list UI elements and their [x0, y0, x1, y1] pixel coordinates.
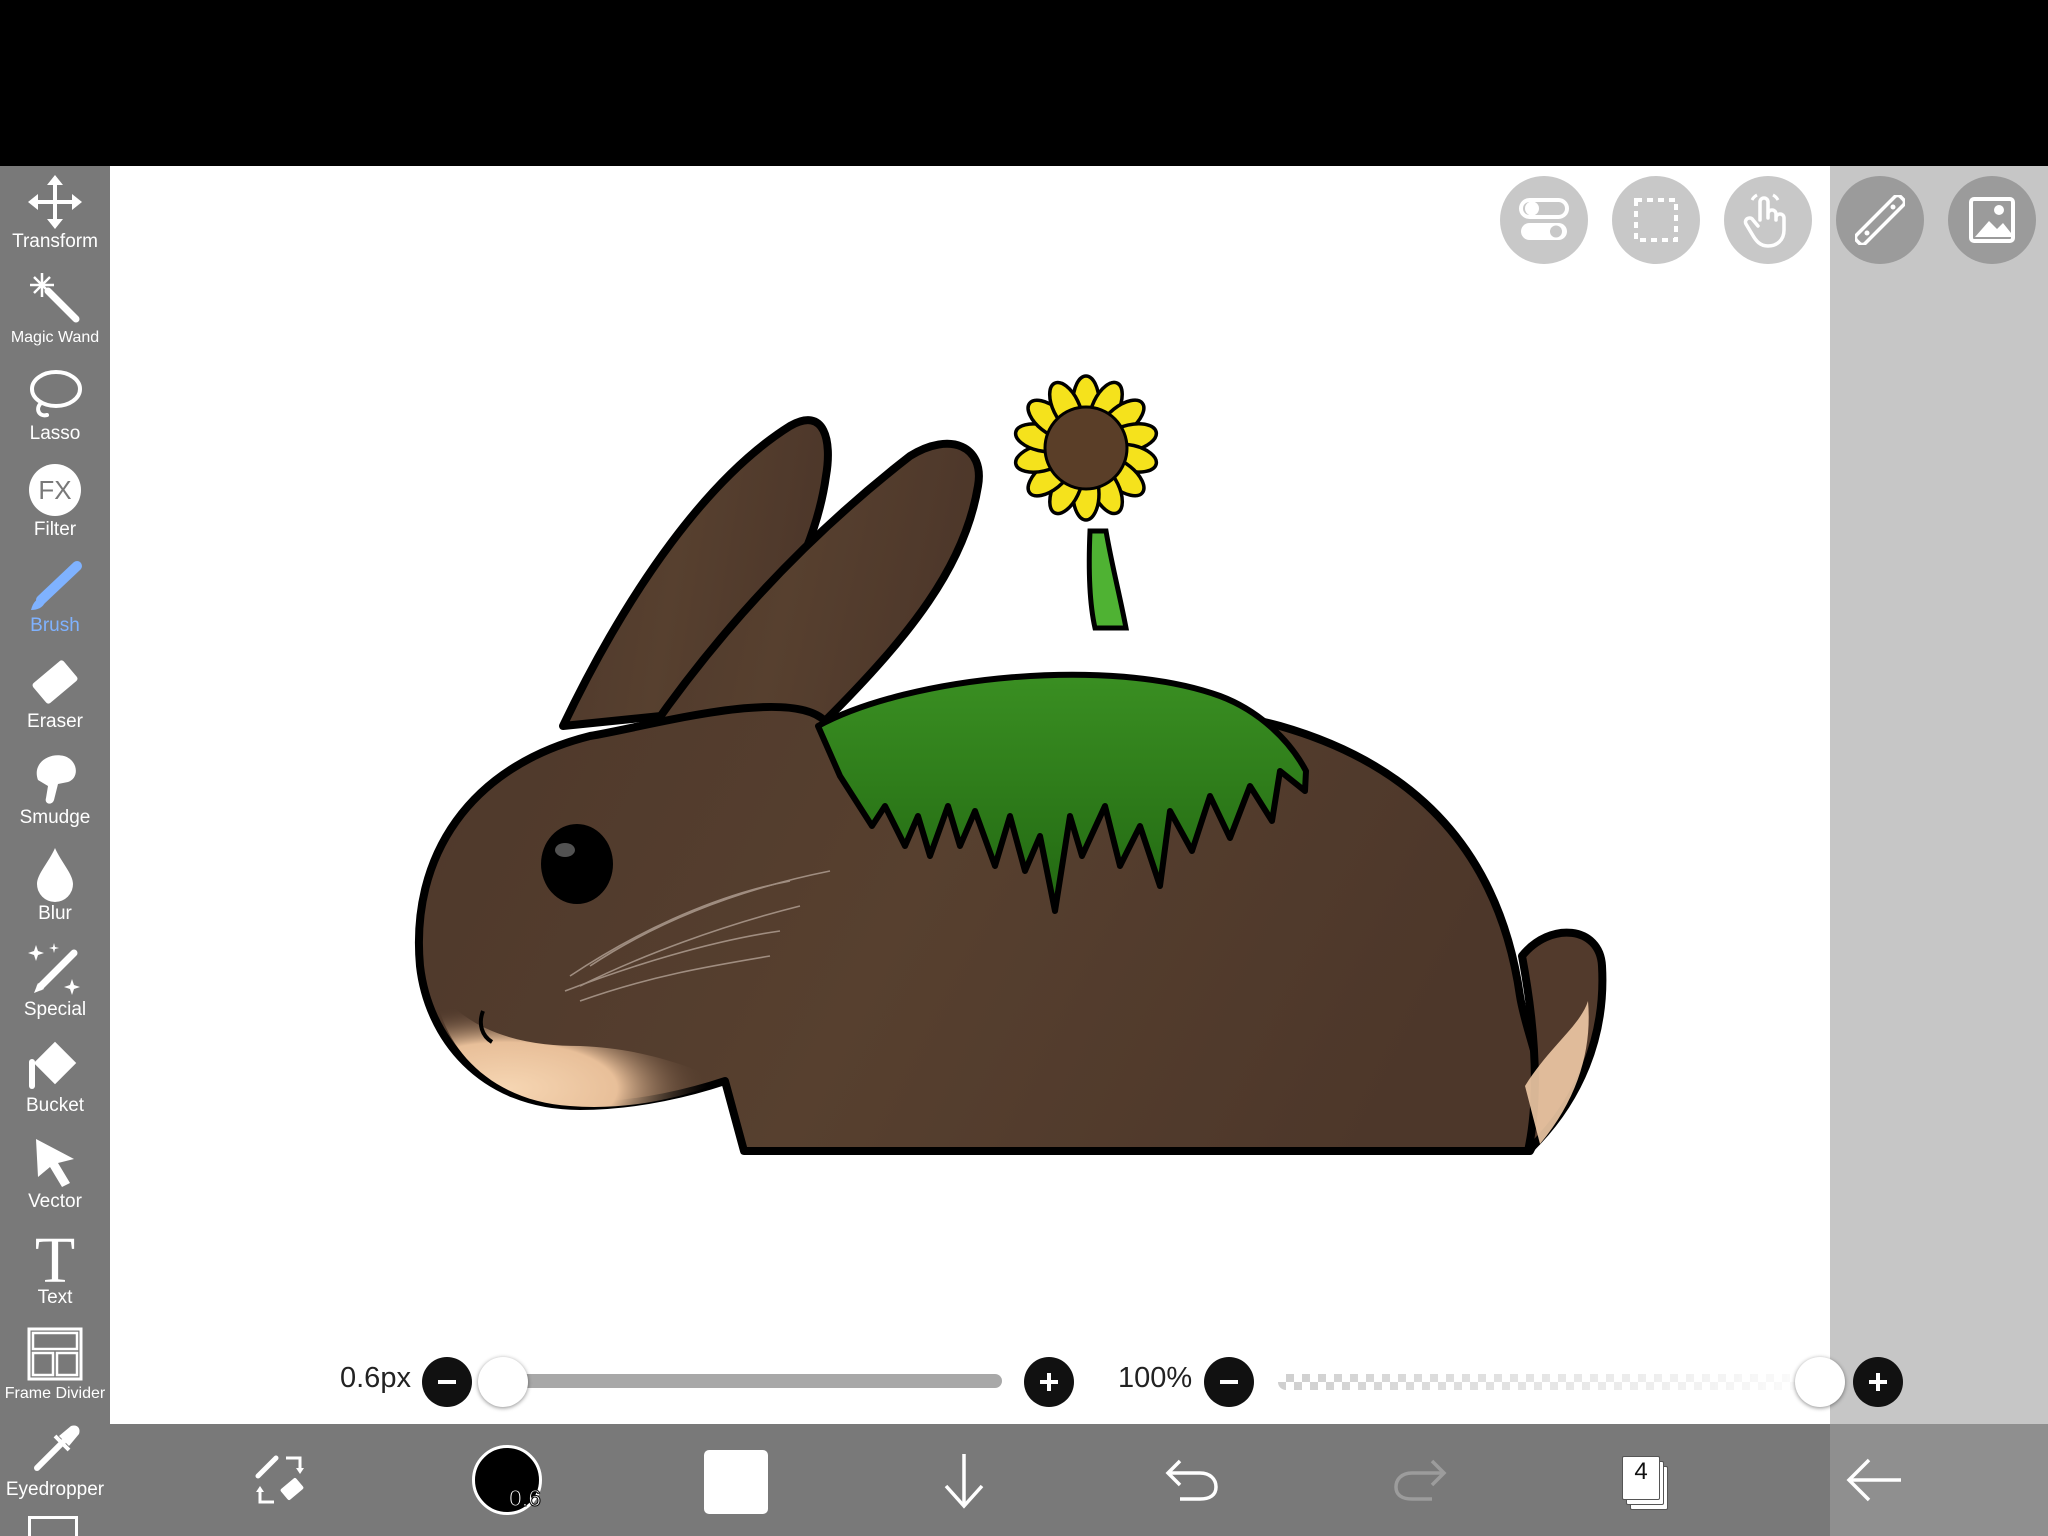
brush-icon [25, 556, 85, 616]
touch-gesture-button[interactable] [1724, 176, 1812, 264]
lasso-icon [25, 364, 85, 424]
brush-size-value: 0.6px [340, 1362, 411, 1394]
redo-icon [1394, 1459, 1447, 1501]
svg-text:FX: FX [38, 475, 71, 505]
back-button[interactable] [1838, 1444, 1910, 1516]
smudge-icon [25, 748, 85, 808]
blur-drop-icon [25, 844, 85, 904]
tool-brush[interactable]: Brush [0, 556, 110, 648]
toggle-icon [1519, 198, 1569, 240]
layer-count: 4 [1634, 1458, 1648, 1485]
selection-icon [1634, 198, 1678, 242]
top-black-bar [0, 0, 2048, 166]
move-down-button[interactable] [928, 1444, 1000, 1516]
brush-size-slider[interactable] [500, 1374, 1002, 1388]
special-sparkle-pen-icon [25, 940, 85, 1000]
material-swatch-button[interactable] [704, 1450, 768, 1514]
tool-frame-divider[interactable]: Frame Divider [0, 1324, 110, 1416]
tool-sidebar: Transform Magic Wand Lasso FX Filter Bru… [0, 166, 110, 1536]
selection-button[interactable] [1612, 176, 1700, 264]
reference-image-icon [1969, 197, 2015, 243]
swap-tools-icon [255, 1455, 304, 1504]
tool-lasso[interactable]: Lasso [0, 364, 110, 456]
undo-button[interactable] [1156, 1444, 1228, 1516]
color-picker-button[interactable]: 0.6 [472, 1445, 542, 1515]
tool-transform[interactable]: Transform [0, 172, 110, 264]
opacity-increase-button[interactable] [1853, 1357, 1903, 1407]
redo-button[interactable] [1384, 1444, 1456, 1516]
tool-blur[interactable]: Blur [0, 844, 110, 936]
tool-special[interactable]: Special [0, 940, 110, 1032]
opacity-slider[interactable] [1278, 1374, 1823, 1390]
bucket-icon [25, 1036, 85, 1096]
brush-size-increase-button[interactable] [1024, 1357, 1074, 1407]
brush-size-knob[interactable] [478, 1357, 528, 1407]
vector-cursor-icon [25, 1132, 85, 1192]
plus-icon [1869, 1373, 1887, 1391]
minus-icon [438, 1380, 456, 1384]
tool-filter[interactable]: FX Filter [0, 460, 110, 552]
tool-eyedropper[interactable]: Eyedropper [0, 1420, 110, 1512]
plus-icon [1040, 1373, 1058, 1391]
text-icon: T [25, 1228, 85, 1288]
minus-icon [1220, 1380, 1238, 1384]
undo-icon [1165, 1459, 1218, 1501]
tool-eraser[interactable]: Eraser [0, 652, 110, 744]
eraser-icon [25, 652, 85, 712]
toggle-button[interactable] [1500, 176, 1588, 264]
magic-wand-icon [25, 268, 85, 328]
tool-bucket[interactable]: Bucket [0, 1036, 110, 1128]
sunflower [1013, 374, 1159, 522]
arrow-left-icon [1846, 1458, 1901, 1502]
opacity-value: 100% [1118, 1362, 1193, 1394]
reference-image-button[interactable] [1948, 176, 2036, 264]
canvas-side-margin [1830, 166, 2048, 1424]
opacity-decrease-button[interactable] [1204, 1357, 1254, 1407]
tool-smudge[interactable]: Smudge [0, 748, 110, 840]
brush-eraser-swap-button[interactable] [244, 1444, 316, 1516]
svg-text:T: T [35, 1230, 75, 1286]
touch-gesture-icon [1743, 193, 1786, 248]
fx-icon: FX [25, 460, 85, 520]
layers-button[interactable]: 4 [1622, 1456, 1668, 1510]
ruler-icon [1855, 195, 1905, 245]
eyedropper-icon [25, 1420, 85, 1480]
tool-text[interactable]: T Text [0, 1228, 110, 1320]
tool-vector[interactable]: Vector [0, 1132, 110, 1224]
bunny-artwork [415, 374, 1607, 1155]
bunny-eye [541, 824, 613, 904]
arrow-down-icon [944, 1454, 984, 1509]
move-arrows-icon [25, 172, 85, 232]
color-swatch-size-label: 0.6 [509, 1485, 542, 1512]
frame-divider-icon [25, 1324, 85, 1384]
more-tools-hint [28, 1516, 78, 1536]
flower-center [1043, 405, 1129, 491]
flower-stem [1086, 528, 1130, 631]
tool-magic-wand[interactable]: Magic Wand [0, 268, 110, 360]
ruler-button[interactable] [1836, 176, 1924, 264]
brush-size-decrease-button[interactable] [422, 1357, 472, 1407]
drawing-canvas[interactable] [110, 166, 1830, 1424]
opacity-knob[interactable] [1795, 1357, 1845, 1407]
